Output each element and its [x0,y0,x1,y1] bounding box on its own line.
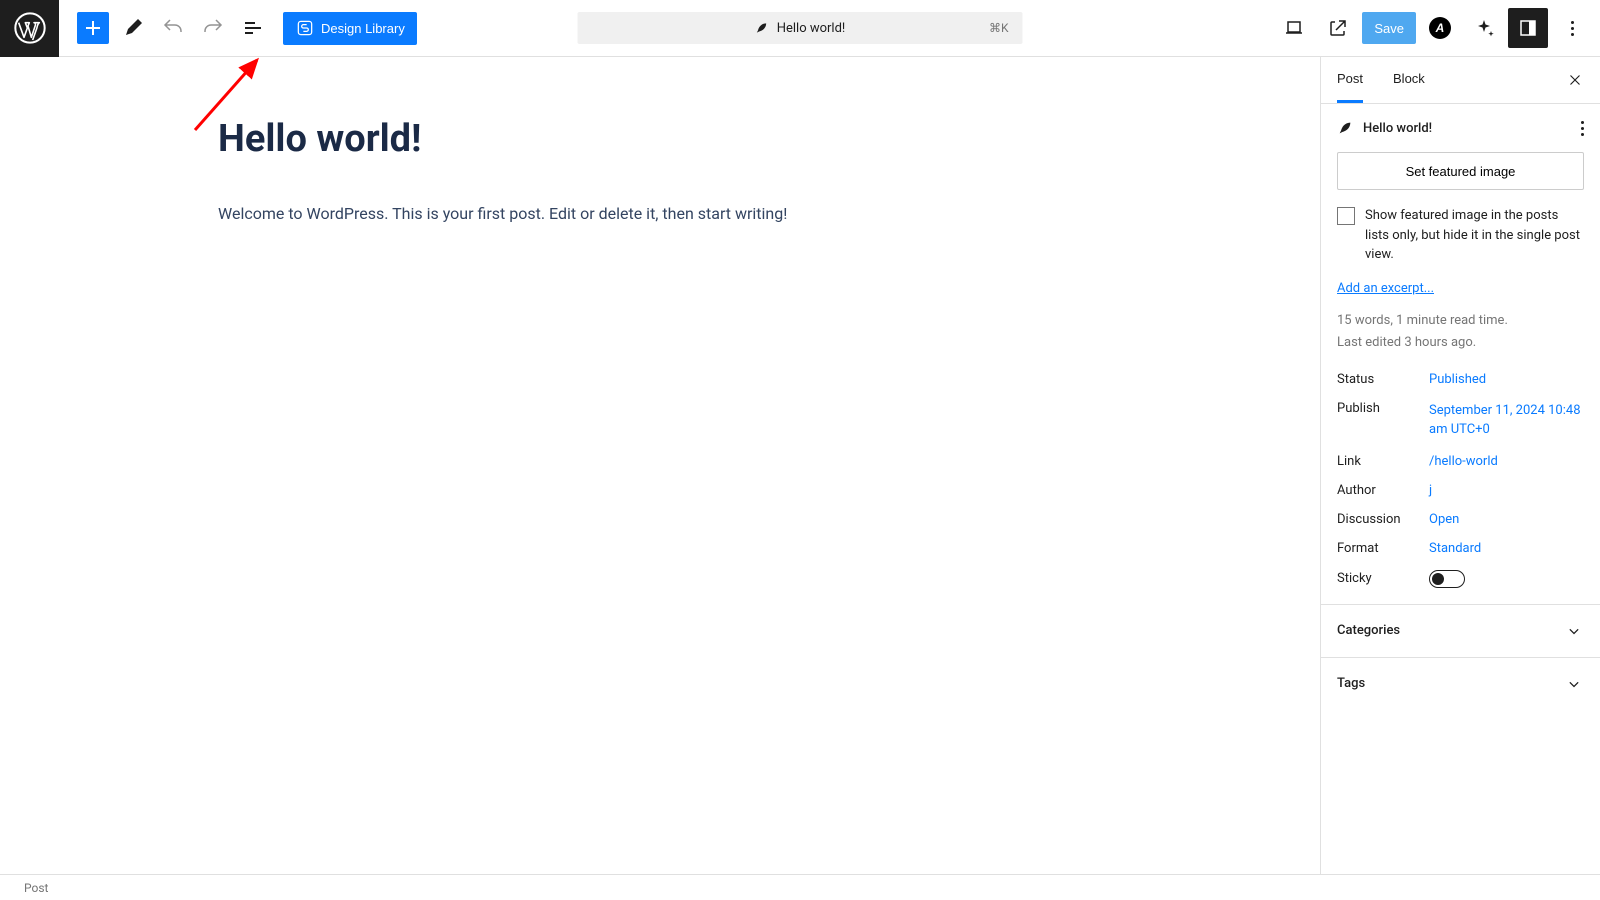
preview-external-button[interactable] [1318,8,1358,48]
status-row: Status Published [1337,372,1584,387]
edit-tool-button[interactable] [113,12,153,44]
author-row: Author j [1337,483,1584,498]
set-featured-image-button[interactable]: Set featured image [1337,152,1584,190]
document-overview-button[interactable] [233,12,273,44]
sticky-toggle[interactable] [1429,570,1465,588]
design-library-button[interactable]: Design Library [283,12,417,45]
word-count: 15 words, 1 minute read time. [1337,310,1584,332]
featured-hide-label: Show featured image in the posts lists o… [1365,206,1584,265]
external-link-icon [1326,16,1350,40]
document-title: Hello world! [777,21,846,36]
discussion-row: Discussion Open [1337,512,1584,527]
sticky-row: Sticky [1337,570,1584,588]
design-library-label: Design Library [321,21,405,36]
post-body[interactable]: Welcome to WordPress. This is your first… [218,201,1058,227]
categories-panel[interactable]: Categories [1321,605,1600,658]
close-sidebar-button[interactable] [1566,57,1584,103]
toolbar-right: Save A [1274,8,1592,48]
author-value[interactable]: j [1429,483,1584,498]
post-summary-title: Hello world! [1363,121,1571,136]
discussion-value[interactable]: Open [1429,512,1584,527]
post-attributes: Status Published Publish September 11, 2… [1337,372,1584,588]
feather-icon [1337,120,1353,136]
tags-panel[interactable]: Tags [1321,658,1600,710]
tags-label: Tags [1337,676,1365,691]
publish-value[interactable]: September 11, 2024 10:48 am UTC+0 [1429,401,1584,440]
spectra-icon [295,18,315,38]
post-actions-button[interactable] [1581,121,1584,136]
more-vertical-icon [1581,121,1584,136]
redo-icon [201,16,225,40]
undo-icon [161,16,185,40]
post-summary-section: Hello world! Set featured image Show fea… [1321,104,1600,605]
tab-block[interactable]: Block [1393,57,1425,103]
tab-post[interactable]: Post [1337,57,1363,103]
pencil-icon [121,16,145,40]
editor-toolbar: Design Library Hello world! ⌘K Save A [0,0,1600,57]
astra-button[interactable]: A [1420,8,1460,48]
breadcrumb[interactable]: Post [24,881,48,895]
format-value[interactable]: Standard [1429,541,1584,556]
sticky-label: Sticky [1337,571,1429,586]
chevron-down-icon [1564,674,1584,694]
desktop-icon [1282,16,1306,40]
settings-panel-button[interactable] [1508,8,1548,48]
command-shortcut: ⌘K [989,21,1009,35]
chevron-down-icon [1564,621,1584,641]
editor-footer: Post [0,874,1600,900]
sidebar-panel-icon [1516,16,1540,40]
link-value[interactable]: /hello-world [1429,454,1584,469]
undo-button[interactable] [153,12,193,44]
main-area: Hello world! Welcome to WordPress. This … [0,57,1600,874]
redo-button[interactable] [193,12,233,44]
post-content: Hello world! Welcome to WordPress. This … [218,117,1058,227]
plus-icon [81,16,105,40]
author-label: Author [1337,483,1429,498]
close-icon [1566,71,1584,89]
astra-icon: A [1429,17,1451,39]
more-options-button[interactable] [1552,8,1592,48]
add-block-button[interactable] [77,12,109,44]
status-label: Status [1337,372,1429,387]
featured-image-option-row: Show featured image in the posts lists o… [1337,206,1584,265]
feather-icon [755,21,769,35]
format-row: Format Standard [1337,541,1584,556]
post-summary-title-row: Hello world! [1337,120,1584,136]
document-title-bar[interactable]: Hello world! ⌘K [578,12,1023,44]
toggle-knob [1432,573,1444,585]
sparkle-icon [1472,16,1496,40]
more-vertical-icon [1571,21,1574,36]
link-label: Link [1337,454,1429,469]
outline-icon [241,16,265,40]
post-title[interactable]: Hello world! [218,117,1058,161]
discussion-label: Discussion [1337,512,1429,527]
sidebar-tabs: Post Block [1321,57,1600,104]
editor-canvas[interactable]: Hello world! Welcome to WordPress. This … [0,57,1320,874]
settings-sidebar: Post Block Hello world! Set featured ima… [1320,57,1600,874]
ai-sparkle-button[interactable] [1464,8,1504,48]
publish-row: Publish September 11, 2024 10:48 am UTC+… [1337,401,1584,440]
add-excerpt-link[interactable]: Add an excerpt... [1337,281,1584,296]
view-button[interactable] [1274,8,1314,48]
featured-hide-checkbox[interactable] [1337,207,1355,225]
post-stats: 15 words, 1 minute read time. Last edite… [1337,310,1584,354]
wordpress-logo[interactable] [0,0,59,57]
status-value[interactable]: Published [1429,372,1584,387]
link-row: Link /hello-world [1337,454,1584,469]
publish-label: Publish [1337,401,1429,440]
save-button[interactable]: Save [1362,12,1416,44]
last-edited: Last edited 3 hours ago. [1337,332,1584,354]
categories-label: Categories [1337,623,1400,638]
toolbar-left: Design Library [8,0,417,57]
format-label: Format [1337,541,1429,556]
